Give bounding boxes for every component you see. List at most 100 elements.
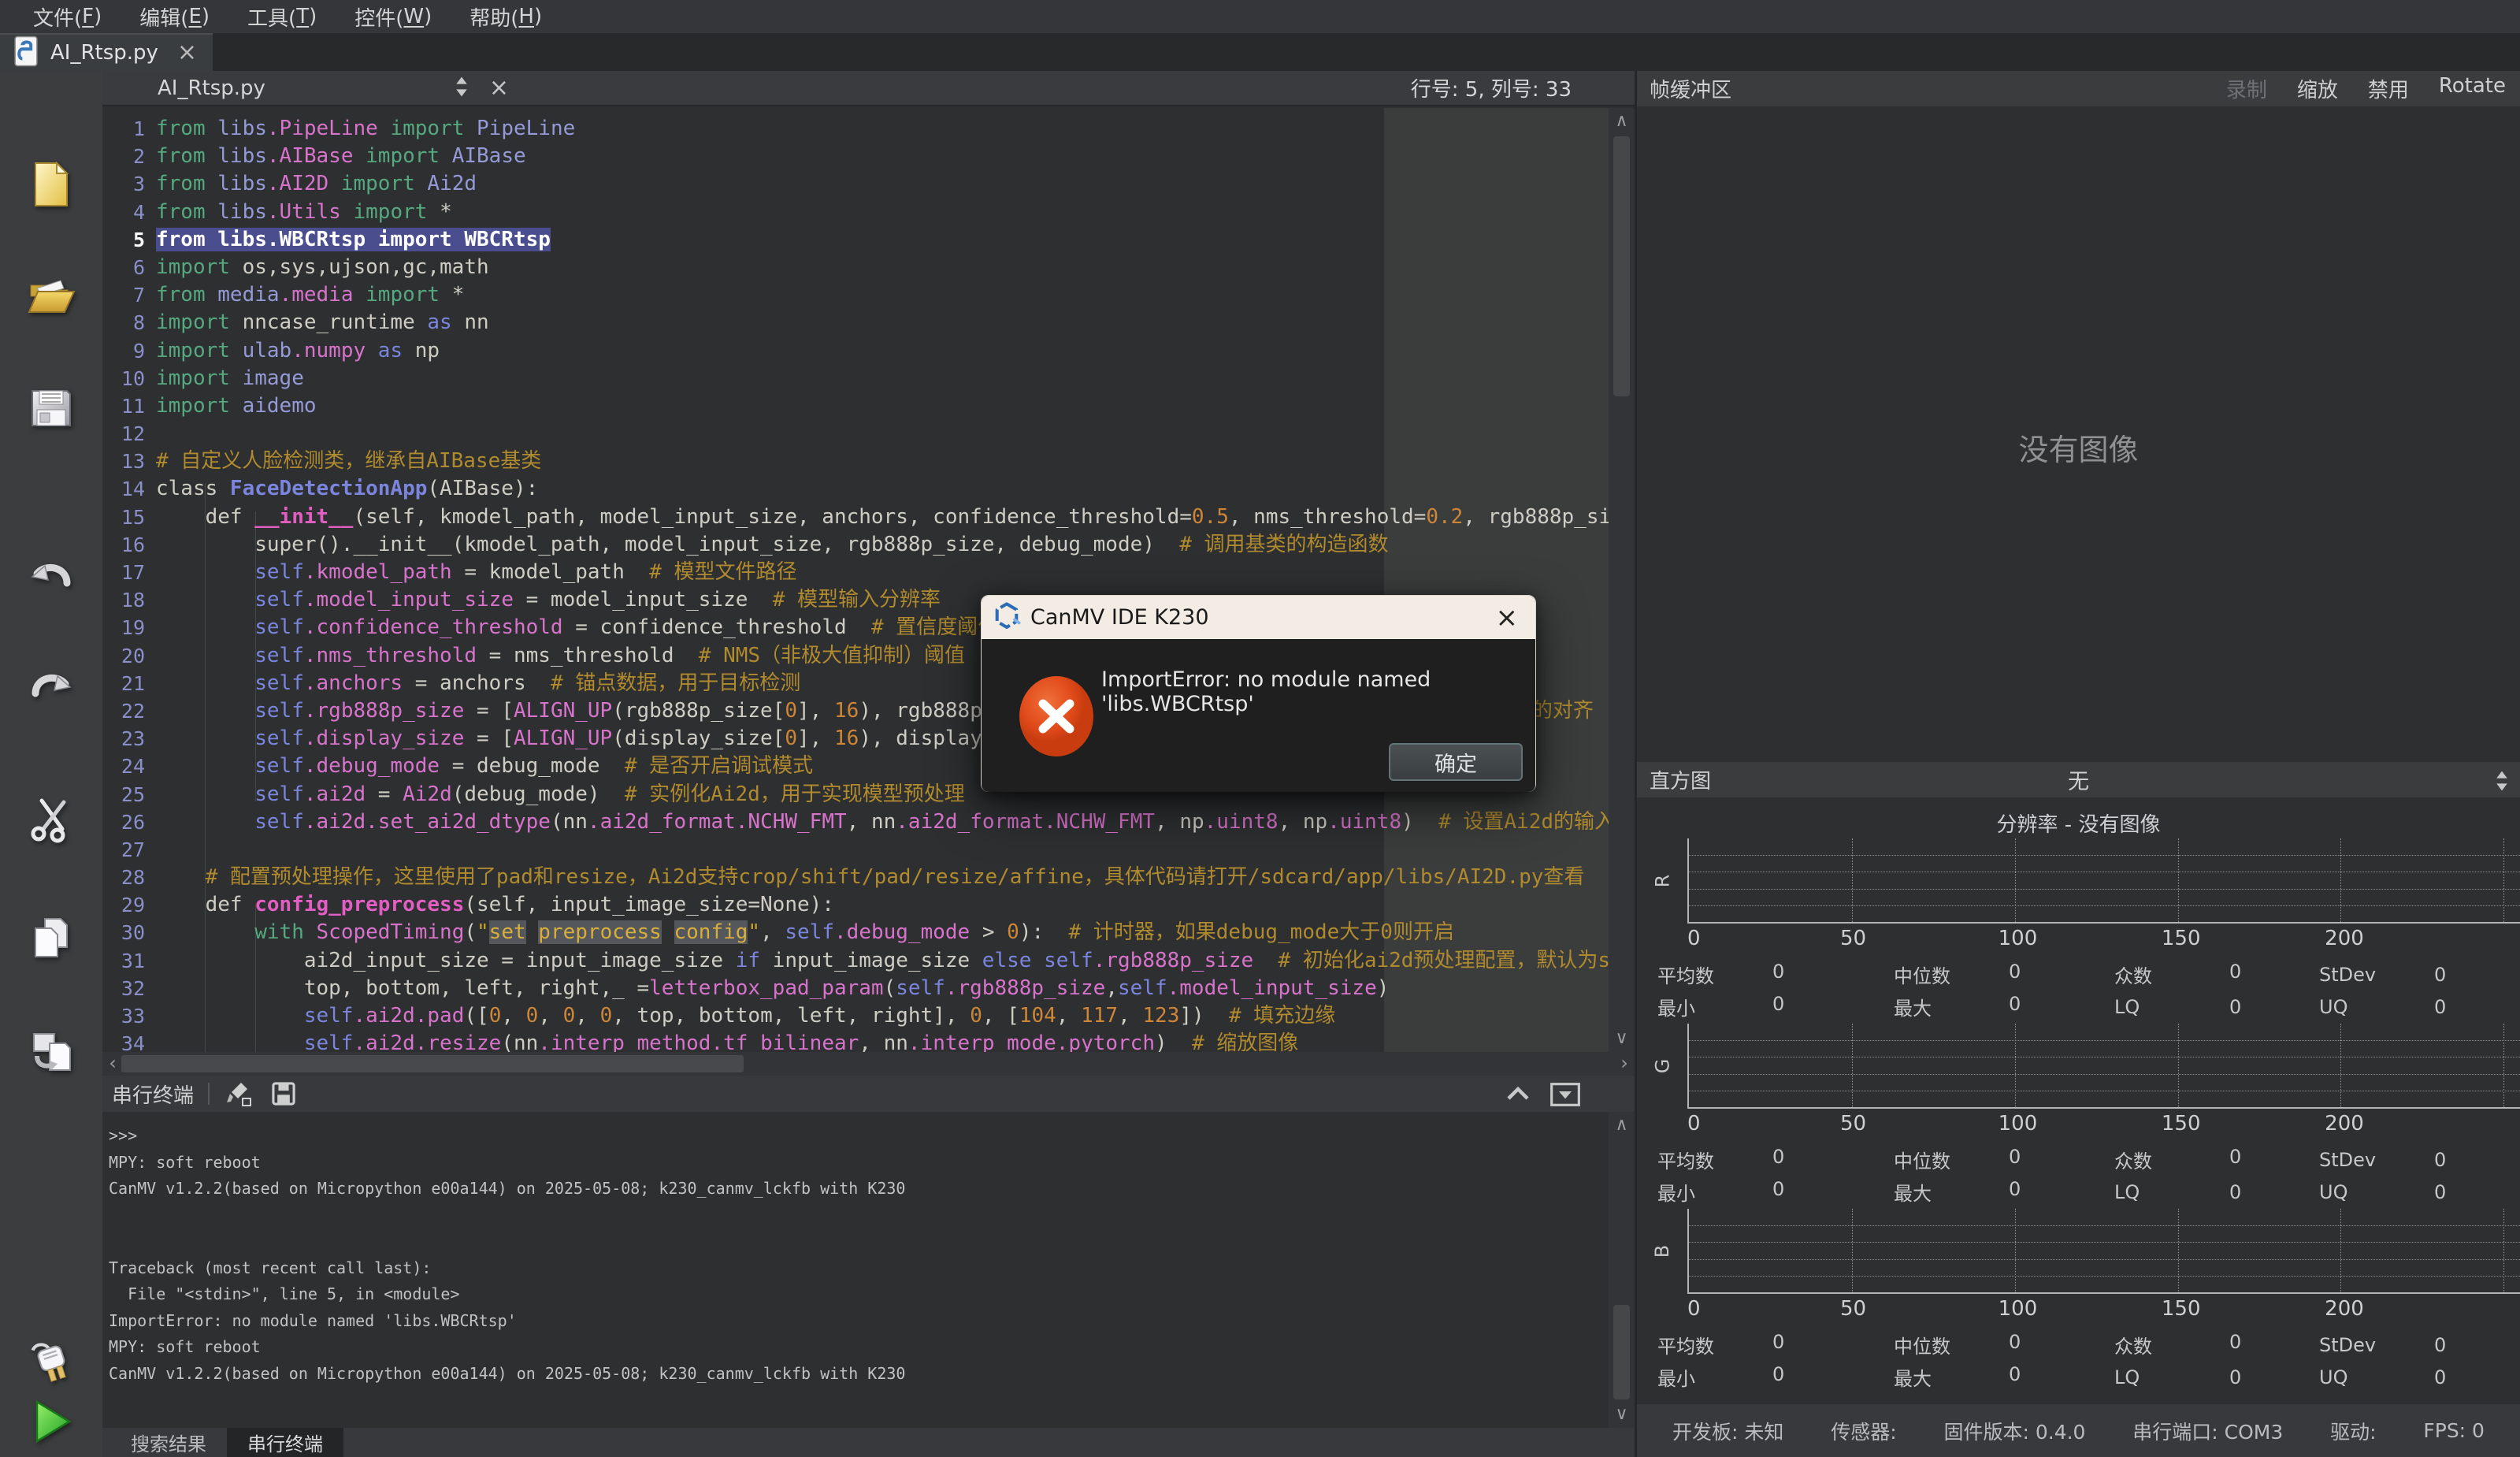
stat-R-最小: 最小0 bbox=[1657, 993, 1894, 1020]
stat-G-最大: 最大0 bbox=[1894, 1178, 2114, 1206]
connect-button[interactable] bbox=[26, 1336, 76, 1386]
collapse-panel-icon[interactable] bbox=[1504, 1082, 1532, 1109]
histogram-channel-B: B050100150200平均数0中位数0众数0StDev0最小0最大0LQ0U… bbox=[1637, 1209, 2520, 1392]
open-file-button[interactable] bbox=[26, 269, 76, 320]
terminal-title: 串行终端 bbox=[112, 1080, 194, 1109]
menu-item-tools[interactable]: 工具(T) bbox=[228, 0, 336, 33]
combo-spinner-icon[interactable] bbox=[455, 75, 469, 102]
menu-item-edit[interactable]: 编辑(E) bbox=[121, 0, 228, 33]
combo-close-icon[interactable]: × bbox=[489, 74, 509, 102]
ok-button[interactable]: 确定 bbox=[1389, 743, 1523, 781]
scrollbar-thumb[interactable] bbox=[1613, 136, 1630, 396]
scroll-up-icon[interactable]: ∧ bbox=[1609, 110, 1635, 133]
code-line-9: 9import ulab.numpy as np bbox=[102, 337, 1635, 365]
python-file-icon bbox=[13, 35, 39, 70]
editor-vertical-scrollbar[interactable]: ∧ ∨ bbox=[1609, 108, 1635, 1052]
terminal-line bbox=[102, 1228, 1635, 1255]
terminal-line: File "<stdin>", line 5, in <module> bbox=[102, 1281, 1635, 1308]
dialog-body: ImportError: no module named 'libs.WBCRt… bbox=[982, 639, 1535, 792]
code-editor[interactable]: 1from libs.PipeLine import PipeLine2from… bbox=[102, 108, 1635, 1052]
stat-R-最大: 最大0 bbox=[1894, 993, 2114, 1020]
menu-item-widgets[interactable]: 控件(W) bbox=[336, 0, 451, 33]
channel-label-G: G bbox=[1637, 1024, 1687, 1109]
document-tab-bar: AI_Rtsp.py × bbox=[0, 33, 2520, 71]
axis-tick: 0 bbox=[1687, 1112, 1701, 1135]
histogram-channel-G: G050100150200平均数0中位数0众数0StDev0最小0最大0LQ0U… bbox=[1637, 1024, 2520, 1206]
code-lines: 1from libs.PipeLine import PipeLine2from… bbox=[102, 115, 1635, 1052]
histogram-source-spinner-icon[interactable] bbox=[2495, 769, 2509, 796]
dialog-titlebar[interactable]: CanMV IDE K230 × bbox=[982, 596, 1535, 639]
code-line-13: 13# 自定义人脸检测类，继承自AIBase基类 bbox=[102, 448, 1635, 475]
scroll-down-icon[interactable]: ∨ bbox=[1609, 1027, 1635, 1050]
stat-G-LQ: LQ0 bbox=[2114, 1181, 2319, 1203]
stat-R-StDev: StDev0 bbox=[2319, 964, 2512, 986]
histogram-plot-R bbox=[1687, 838, 2520, 924]
serial-terminal-output[interactable]: >>>MPY: soft rebootCanMV v1.2.2(based on… bbox=[102, 1112, 1635, 1428]
code-line-1: 1from libs.PipeLine import PipeLine bbox=[102, 115, 1635, 143]
no-image-placeholder: 没有图像 bbox=[1637, 426, 2520, 469]
status-board: 开发板: 未知 bbox=[1672, 1417, 1783, 1445]
clear-terminal-icon[interactable] bbox=[224, 1078, 255, 1109]
framebuffer-view: 没有图像 bbox=[1637, 106, 2520, 762]
save-button[interactable] bbox=[26, 383, 76, 433]
cut-button[interactable] bbox=[26, 794, 76, 845]
tab-close-icon[interactable]: × bbox=[177, 41, 197, 65]
terminal-line: ImportError: no module named 'libs.WBCRt… bbox=[102, 1308, 1635, 1335]
code-line-15: 15 def __init__(self, kmodel_path, model… bbox=[102, 504, 1635, 531]
run-script-button[interactable] bbox=[26, 1396, 76, 1447]
terminal-line: >>> bbox=[102, 1123, 1635, 1150]
tab-search-results[interactable]: 搜索结果 bbox=[110, 1428, 227, 1457]
status-fps: FPS: 0 bbox=[2423, 1419, 2485, 1442]
zoom-button[interactable]: 缩放 bbox=[2297, 74, 2338, 103]
stat-R-平均数: 平均数0 bbox=[1657, 961, 1894, 988]
rotate-button[interactable]: Rotate bbox=[2439, 74, 2506, 103]
undo-button[interactable] bbox=[26, 553, 76, 604]
stat-G-中位数: 中位数0 bbox=[1894, 1146, 2114, 1173]
code-line-27: 27 bbox=[102, 836, 1635, 864]
code-line-3: 3from libs.AI2D import Ai2d bbox=[102, 170, 1635, 198]
scroll-left-icon[interactable]: ‹ bbox=[102, 1052, 123, 1076]
menu-item-help[interactable]: 帮助(H) bbox=[451, 0, 561, 33]
axis-tick: 50 bbox=[1840, 1297, 1866, 1321]
redo-button[interactable] bbox=[26, 663, 76, 714]
code-line-34: 34 self.ai2d.resize(nn.interp_method.tf_… bbox=[102, 1030, 1635, 1052]
panel-menu-icon[interactable] bbox=[1549, 1082, 1581, 1110]
terminal-line bbox=[102, 1202, 1635, 1229]
channel-label-R: R bbox=[1637, 838, 1687, 924]
stat-R-中位数: 中位数0 bbox=[1894, 961, 2114, 988]
terminal-header: 串行终端 bbox=[102, 1076, 1635, 1112]
terminal-line: CanMV v1.2.2(based on Micropython e00a14… bbox=[102, 1361, 1635, 1388]
channel-label-B: B bbox=[1637, 1209, 1687, 1294]
save-log-icon[interactable] bbox=[268, 1078, 299, 1109]
scroll-down-icon[interactable]: ∨ bbox=[1609, 1403, 1635, 1426]
scrollbar-thumb[interactable] bbox=[121, 1055, 744, 1072]
scrollbar-thumb[interactable] bbox=[1613, 1305, 1630, 1399]
stat-B-众数: 众数0 bbox=[2114, 1331, 2319, 1359]
histogram-source-select[interactable]: 无 bbox=[1637, 764, 2520, 795]
new-file-button[interactable] bbox=[26, 159, 76, 210]
disable-button[interactable]: 禁用 bbox=[2368, 74, 2409, 103]
histogram-plot-B bbox=[1687, 1209, 2520, 1294]
copy-button[interactable] bbox=[26, 912, 76, 963]
tab-serial-terminal[interactable]: 串行终端 bbox=[227, 1428, 343, 1457]
stat-B-最小: 最小0 bbox=[1657, 1363, 1894, 1391]
record-button: 录制 bbox=[2226, 74, 2267, 103]
stat-G-平均数: 平均数0 bbox=[1657, 1146, 1894, 1173]
histogram-body: 分辨率 - 没有图像 R050100150200平均数0中位数0众数0StDev… bbox=[1637, 797, 2520, 1403]
code-line-2: 2from libs.AIBase import AIBase bbox=[102, 143, 1635, 170]
code-line-10: 10import image bbox=[102, 365, 1635, 392]
output-tab-bar: 搜索结果串行终端 bbox=[102, 1428, 1635, 1457]
scroll-up-icon[interactable]: ∧ bbox=[1609, 1113, 1635, 1137]
code-line-26: 26 self.ai2d.set_ai2d_dtype(nn.ai2d_form… bbox=[102, 808, 1635, 836]
tab-ai-rtsp[interactable]: AI_Rtsp.py × bbox=[0, 33, 213, 71]
dialog-close-icon[interactable]: × bbox=[1496, 602, 1519, 634]
editor-horizontal-scrollbar[interactable]: ‹ › bbox=[102, 1052, 1635, 1076]
open-document-combo[interactable]: AI_Rtsp.py bbox=[158, 76, 265, 100]
terminal-vertical-scrollbar[interactable]: ∧ ∨ bbox=[1609, 1112, 1635, 1428]
menu-item-file[interactable]: 文件(F) bbox=[14, 0, 121, 33]
code-line-33: 33 self.ai2d.pad([0, 0, 0, 0, top, botto… bbox=[102, 1002, 1635, 1030]
paste-button[interactable] bbox=[26, 1026, 76, 1076]
terminal-line: Traceback (most recent call last): bbox=[102, 1255, 1635, 1282]
axis-tick: 50 bbox=[1840, 1112, 1866, 1135]
scroll-right-icon[interactable]: › bbox=[1614, 1052, 1635, 1076]
